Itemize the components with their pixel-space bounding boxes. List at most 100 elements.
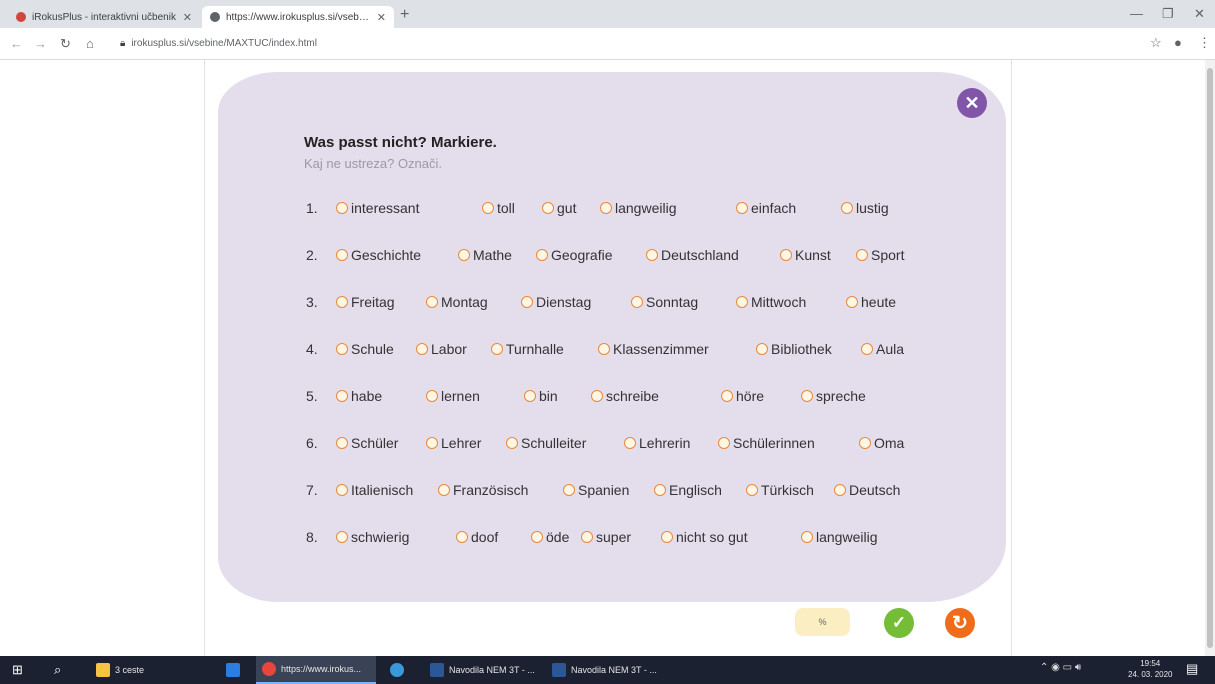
radio-circle-icon[interactable] [458,249,470,261]
taskbar-item-word-2[interactable]: Navodila NEM 3T - ... [546,656,664,684]
answer-option[interactable]: Aula [861,341,904,357]
radio-circle-icon[interactable] [536,249,548,261]
radio-circle-icon[interactable] [598,343,610,355]
tab-irokusplus[interactable]: iRokusPlus - interaktivni učbenik ✕ [8,6,200,28]
answer-option[interactable]: Französisch [438,482,528,498]
answer-option[interactable]: interessant [336,200,419,216]
radio-circle-icon[interactable] [780,249,792,261]
taskbar-item-cortana[interactable] [384,656,414,684]
system-tray-icons[interactable]: ⌃ ◉ ▭ 🔊︎ [1040,662,1081,673]
radio-circle-icon[interactable] [482,202,494,214]
radio-circle-icon[interactable] [336,343,348,355]
answer-option[interactable]: gut [542,200,576,216]
radio-circle-icon[interactable] [721,390,733,402]
back-arrow-icon[interactable]: ← [10,36,23,51]
scrollbar-thumb[interactable] [1207,68,1213,648]
answer-option[interactable]: Mittwoch [736,294,806,310]
taskbar-item-folder[interactable]: 3 ceste [90,656,160,684]
radio-circle-icon[interactable] [756,343,768,355]
radio-circle-icon[interactable] [506,437,518,449]
answer-option[interactable]: Kunst [780,247,831,263]
answer-option[interactable]: Turnhalle [491,341,564,357]
radio-circle-icon[interactable] [746,484,758,496]
radio-circle-icon[interactable] [336,390,348,402]
check-answers-button[interactable]: ✓ [884,608,914,638]
answer-option[interactable]: Deutsch [834,482,900,498]
radio-circle-icon[interactable] [859,437,871,449]
answer-option[interactable]: lustig [841,200,889,216]
radio-circle-icon[interactable] [491,343,503,355]
answer-option[interactable]: Türkisch [746,482,814,498]
answer-option[interactable]: lernen [426,388,480,404]
answer-option[interactable]: Mathe [458,247,512,263]
radio-circle-icon[interactable] [801,531,813,543]
radio-circle-icon[interactable] [563,484,575,496]
new-tab-plus-icon[interactable]: + [400,6,409,24]
vertical-scrollbar[interactable] [1205,60,1215,656]
bookmark-star-icon[interactable]: ☆ [1150,35,1162,51]
menu-dots-icon[interactable]: ⋮ [1198,35,1211,51]
radio-circle-icon[interactable] [521,296,533,308]
answer-option[interactable]: Sonntag [631,294,698,310]
profile-icon[interactable]: ● [1174,35,1182,50]
search-icon[interactable]: ⌕ [54,662,61,678]
radio-circle-icon[interactable] [426,390,438,402]
taskbar-clock[interactable]: 19:54 24. 03. 2020 [1128,658,1172,680]
windows-start-icon[interactable]: ⊞ [12,662,23,678]
answer-option[interactable]: Oma [859,435,904,451]
answer-option[interactable]: Freitag [336,294,395,310]
radio-circle-icon[interactable] [646,249,658,261]
reload-icon[interactable]: ↻ [60,36,71,52]
radio-circle-icon[interactable] [426,296,438,308]
tab-close-icon[interactable]: ✕ [183,11,192,24]
answer-option[interactable]: Dienstag [521,294,591,310]
radio-circle-icon[interactable] [861,343,873,355]
radio-circle-icon[interactable] [846,296,858,308]
answer-option[interactable]: Italienisch [336,482,413,498]
answer-option[interactable]: Montag [426,294,488,310]
answer-option[interactable]: Schulleiter [506,435,586,451]
radio-circle-icon[interactable] [336,531,348,543]
answer-option[interactable]: habe [336,388,382,404]
radio-circle-icon[interactable] [531,531,543,543]
radio-circle-icon[interactable] [542,202,554,214]
radio-circle-icon[interactable] [591,390,603,402]
notification-icon[interactable]: ▤ [1186,661,1198,677]
answer-option[interactable]: schreibe [591,388,659,404]
radio-circle-icon[interactable] [600,202,612,214]
radio-circle-icon[interactable] [336,249,348,261]
forward-arrow-icon[interactable]: → [34,36,47,51]
radio-circle-icon[interactable] [624,437,636,449]
reset-button[interactable]: ↻ [945,608,975,638]
radio-circle-icon[interactable] [834,484,846,496]
maximize-icon[interactable]: ❐ [1162,6,1174,22]
answer-option[interactable]: öde [531,529,569,545]
taskbar-item-word-1[interactable]: Navodila NEM 3T - ... [424,656,542,684]
radio-circle-icon[interactable] [438,484,450,496]
answer-option[interactable]: bin [524,388,558,404]
radio-circle-icon[interactable] [718,437,730,449]
answer-option[interactable]: Schule [336,341,394,357]
answer-option[interactable]: schwierig [336,529,409,545]
answer-option[interactable]: Spanien [563,482,629,498]
answer-option[interactable]: toll [482,200,515,216]
radio-circle-icon[interactable] [661,531,673,543]
radio-circle-icon[interactable] [524,390,536,402]
radio-circle-icon[interactable] [456,531,468,543]
radio-circle-icon[interactable] [736,296,748,308]
answer-option[interactable]: Sport [856,247,904,263]
answer-option[interactable]: langweilig [801,529,877,545]
answer-option[interactable]: Englisch [654,482,722,498]
answer-option[interactable]: Geschichte [336,247,421,263]
answer-option[interactable]: Geografie [536,247,612,263]
radio-circle-icon[interactable] [736,202,748,214]
radio-circle-icon[interactable] [856,249,868,261]
answer-option[interactable]: super [581,529,631,545]
radio-circle-icon[interactable] [801,390,813,402]
taskbar-item-chrome[interactable]: https://www.irokus... [256,656,376,684]
answer-option[interactable]: spreche [801,388,866,404]
url-field[interactable]: 🔒︎ irokusplus.si/vsebine/MAXTUC/index.ht… [120,33,1120,53]
minimize-icon[interactable]: — [1130,6,1143,21]
tab-active-exercise[interactable]: https://www.irokusplus.si/vsebine/ ✕ [202,6,394,28]
answer-option[interactable]: Schülerinnen [718,435,815,451]
